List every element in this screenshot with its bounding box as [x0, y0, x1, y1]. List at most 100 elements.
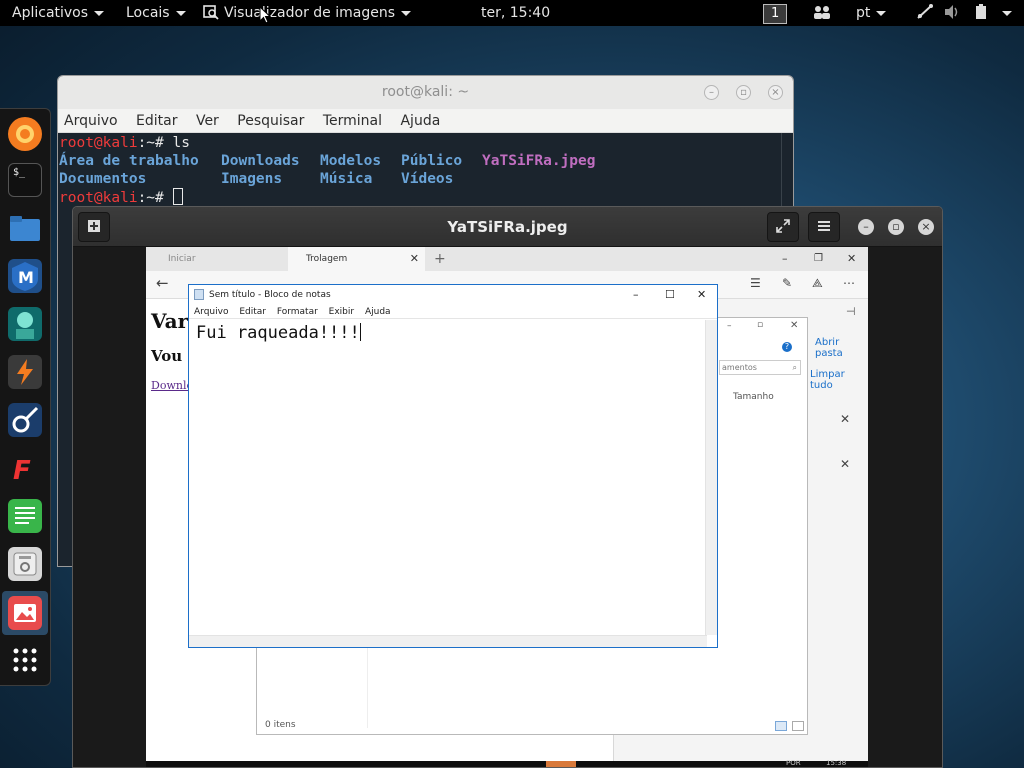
- terminal-titlebar[interactable]: root@kali: ~ – ▫ ×: [58, 76, 793, 109]
- menu-ver[interactable]: Ver: [196, 113, 219, 129]
- prompt-path: :~#: [137, 190, 173, 206]
- active-app-menu[interactable]: Visualizador de imagens: [203, 0, 411, 26]
- pin-icon: ⊣: [846, 305, 856, 318]
- hub-icon: ☰: [750, 276, 761, 290]
- network-icon[interactable]: [916, 0, 934, 26]
- top-bar: Aplicativos Locais Visualizador de image…: [0, 0, 1024, 26]
- column-divider: [367, 638, 368, 728]
- terminal-icon[interactable]: $_: [8, 163, 42, 197]
- menu-exibir: Exibir: [328, 307, 355, 317]
- leafpad-icon[interactable]: [8, 499, 42, 533]
- ls-entry: Vídeos: [401, 171, 454, 187]
- chevron-down-icon: [175, 10, 186, 16]
- places-label: Locais: [126, 5, 170, 21]
- browser-tab: Trolagem ✕: [288, 247, 425, 271]
- show-apps-icon[interactable]: [8, 643, 42, 677]
- search-box: amentos ⌕: [719, 360, 801, 375]
- image-viewer-window: YaTSiFRa.jpeg – ▫ × Iniciar Trolagem ✕ +…: [72, 206, 943, 768]
- ls-entry: Música: [320, 171, 373, 187]
- restore-icon: ❐: [814, 253, 823, 264]
- browser-tabstrip: Iniciar Trolagem ✕ + – ❐ ✕: [146, 247, 868, 271]
- menu-arquivo: Arquivo: [194, 307, 229, 317]
- viewer-headerbar[interactable]: YaTSiFRa.jpeg – ▫ ×: [73, 207, 942, 247]
- minimize-button[interactable]: –: [704, 85, 719, 100]
- close-button[interactable]: ×: [918, 219, 934, 235]
- close-icon: ✕: [840, 412, 851, 426]
- command-text: ls: [172, 135, 190, 151]
- fullscreen-button[interactable]: [767, 212, 799, 242]
- close-icon: ✕: [409, 252, 419, 265]
- details-view-icon: [775, 721, 787, 731]
- terminal-output[interactable]: root@kali:~# ls Área de trabalho Downloads…: [58, 133, 793, 207]
- menu-arquivo[interactable]: Arquivo: [64, 113, 118, 129]
- system-menu[interactable]: [996, 0, 1012, 26]
- maltego-icon[interactable]: [8, 403, 42, 437]
- svg-text:F: F: [13, 456, 31, 485]
- ls-entry: Imagens: [221, 171, 283, 187]
- search-placeholder: amentos: [722, 363, 757, 372]
- taskbar-language: POR: [786, 759, 801, 767]
- minimize-icon: –: [727, 321, 732, 331]
- svg-text:M: M: [18, 268, 34, 287]
- page-subheading: Vou: [151, 347, 183, 365]
- ls-entry: Público: [401, 153, 463, 169]
- fullscreen-icon: [776, 219, 790, 233]
- ls-entry: Documentos: [59, 171, 147, 187]
- burpsuite-icon[interactable]: [8, 355, 42, 389]
- metasploit-icon[interactable]: M: [8, 259, 42, 293]
- applications-label: Aplicativos: [12, 5, 89, 21]
- clock[interactable]: ter, 15:40: [481, 0, 550, 26]
- close-icon: ✕: [847, 252, 857, 265]
- places-menu[interactable]: Locais: [126, 0, 186, 26]
- workspace-indicator[interactable]: 1: [763, 0, 788, 26]
- maximize-button[interactable]: ▫: [736, 85, 751, 100]
- notepad-content: Fui raqueada!!!!: [196, 323, 360, 343]
- armitage-icon[interactable]: [8, 307, 42, 341]
- menu-editar: Editar: [239, 307, 266, 317]
- menu-pesquisar[interactable]: Pesquisar: [237, 113, 304, 129]
- menu-button[interactable]: [808, 212, 840, 242]
- close-button[interactable]: ×: [768, 85, 783, 100]
- volume-icon[interactable]: [944, 0, 962, 26]
- menu-editar[interactable]: Editar: [136, 113, 177, 129]
- settings-tool-icon[interactable]: [8, 547, 42, 581]
- tab-label: Iniciar: [168, 254, 196, 264]
- maximize-icon: ▫: [757, 320, 764, 330]
- minimize-button[interactable]: –: [858, 219, 874, 235]
- faraday-icon[interactable]: F: [8, 451, 42, 486]
- notepad-hscrollbar: [189, 635, 707, 647]
- taskbar-clock: 15:38: [826, 759, 847, 767]
- language-menu[interactable]: pt: [856, 0, 887, 26]
- browser-tab: Iniciar: [150, 247, 288, 271]
- files-icon[interactable]: [8, 211, 42, 245]
- note-icon: ✎: [782, 276, 793, 290]
- search-icon: ⌕: [792, 363, 797, 372]
- battery-icon[interactable]: [974, 0, 988, 26]
- clear-all-link: Limpar tudo: [810, 369, 845, 391]
- people-icon[interactable]: [812, 0, 832, 26]
- column-header-size: Tamanho: [733, 392, 774, 402]
- chevron-down-icon: [401, 10, 411, 16]
- chevron-down-icon: [1002, 10, 1012, 16]
- applications-menu[interactable]: Aplicativos: [12, 0, 105, 26]
- image-viewer-icon: [8, 596, 42, 630]
- menu-terminal[interactable]: Terminal: [323, 113, 382, 129]
- image-viewer-dock-item[interactable]: [2, 591, 48, 635]
- item-count: 0 itens: [265, 720, 296, 730]
- active-app-label: Visualizador de imagens: [224, 5, 395, 21]
- download-link: Downlo: [151, 379, 194, 392]
- ls-row-2: Documentos Imagens Música Vídeos: [59, 170, 793, 188]
- image-viewer-icon: [203, 5, 219, 20]
- menu-formatar: Formatar: [276, 307, 318, 317]
- chevron-down-icon: [876, 10, 887, 16]
- large-icons-view-icon: [792, 721, 804, 731]
- open-folder-link: Abrir pasta: [815, 337, 843, 359]
- maximize-button[interactable]: ▫: [888, 219, 904, 235]
- menu-ajuda[interactable]: Ajuda: [400, 113, 440, 129]
- notepad-vscrollbar: [705, 320, 717, 635]
- prompt-user: root@kali: [59, 190, 138, 206]
- firefox-icon[interactable]: [8, 117, 42, 151]
- taskbar-active-item: [546, 761, 576, 767]
- terminal-line-1: root@kali:~# ls: [59, 134, 793, 152]
- dock: $_ M F: [0, 108, 51, 686]
